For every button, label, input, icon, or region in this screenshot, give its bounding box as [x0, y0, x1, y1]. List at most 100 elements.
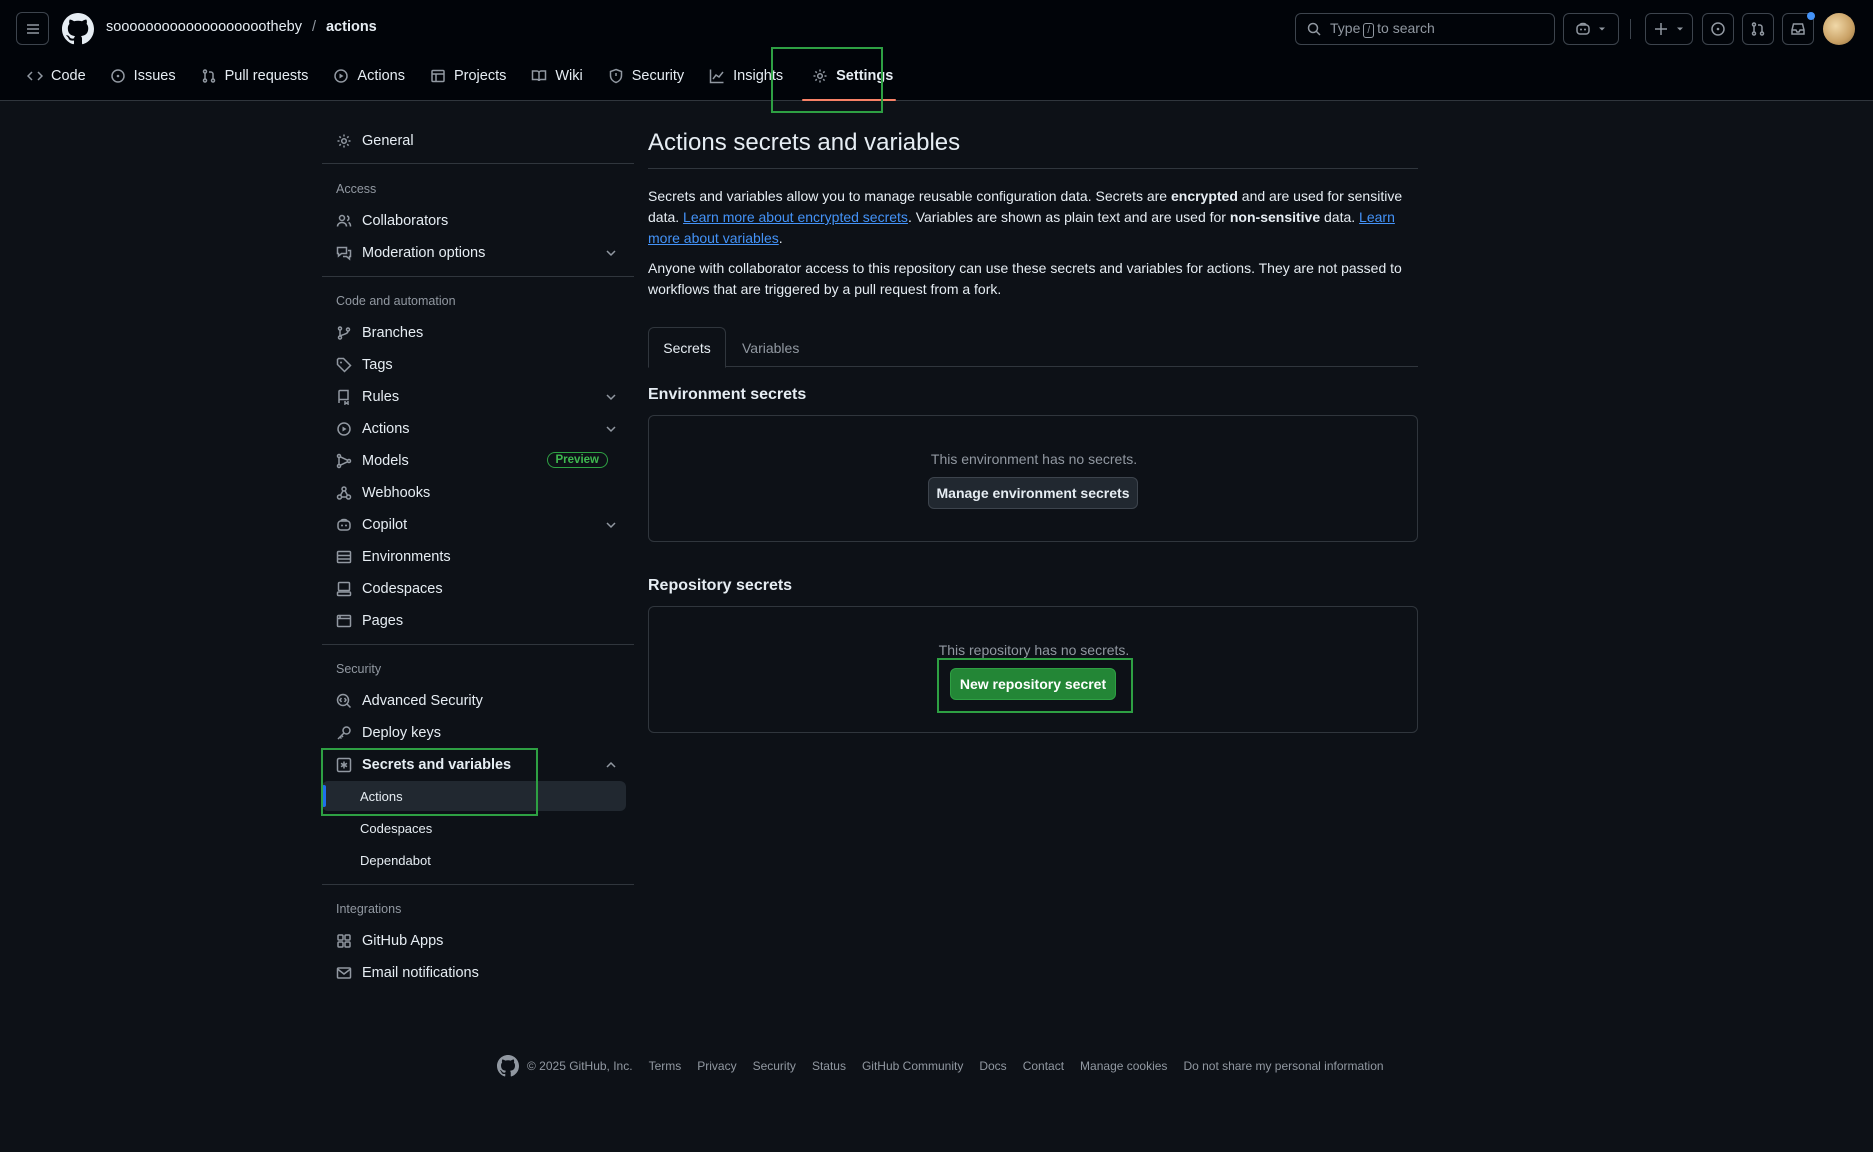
sidebar-divider	[322, 884, 634, 885]
learn-more-secrets-link[interactable]: Learn more about encrypted secrets	[683, 209, 908, 225]
pull-requests-button[interactable]	[1742, 13, 1774, 45]
sidebar-item-branches[interactable]: Branches	[322, 317, 626, 349]
search-input[interactable]: Type / to search	[1295, 13, 1555, 45]
sidebar-item-environments[interactable]: Environments	[322, 541, 626, 573]
tab-settings[interactable]: Settings	[794, 56, 904, 101]
sidebar-item-secrets-variables[interactable]: Secrets and variables	[322, 749, 626, 781]
sidebar-item-label: Advanced Security	[362, 693, 483, 709]
header-divider	[1630, 19, 1631, 39]
tab-projects[interactable]: Projects	[416, 56, 517, 96]
sidebar-item-rules[interactable]: Rules	[322, 381, 626, 413]
tab-variables[interactable]: Variables	[726, 327, 815, 368]
tab-issues[interactable]: Issues	[97, 56, 187, 96]
browser-icon	[336, 614, 352, 628]
sidebar-item-label: Copilot	[362, 517, 408, 533]
sidebar-item-models[interactable]: Models Preview	[322, 445, 626, 477]
tab-secrets[interactable]: Secrets	[648, 327, 726, 368]
footer-link-status[interactable]: Status	[812, 1059, 846, 1073]
github-logo-icon[interactable]	[62, 13, 94, 45]
sidebar-item-label: Models	[362, 453, 409, 469]
server-icon	[336, 550, 352, 564]
tab-actions[interactable]: Actions	[319, 56, 416, 96]
sidebar-item-webhooks[interactable]: Webhooks	[322, 477, 626, 509]
footer-link-manage-cookies[interactable]: Manage cookies	[1080, 1059, 1167, 1073]
tab-label: Security	[631, 68, 685, 84]
play-icon	[337, 422, 351, 436]
tab-code[interactable]: Code	[16, 56, 97, 96]
sidebar-subitem-actions[interactable]: Actions	[322, 781, 626, 811]
sidebar-item-label: General	[362, 133, 414, 149]
sidebar-item-advanced-security[interactable]: Advanced Security	[322, 685, 626, 717]
sidebar-item-pages[interactable]: Pages	[322, 605, 626, 637]
play-icon	[334, 69, 349, 83]
sidebar-item-label: Tags	[362, 357, 393, 373]
sidebar-item-label: Secrets and variables	[362, 757, 512, 773]
mail-icon	[336, 967, 352, 979]
repo-nav: Code Issues Pull requests Actions Projec…	[16, 56, 904, 101]
tab-pull-requests[interactable]: Pull requests	[187, 56, 320, 96]
tab-wiki[interactable]: Wiki	[517, 56, 593, 96]
menu-button[interactable]	[16, 12, 49, 45]
caret-down-icon	[1677, 27, 1683, 31]
gear-icon	[813, 69, 827, 83]
tab-insights[interactable]: Insights	[695, 56, 794, 96]
repo-owner-link[interactable]: soooooooooooooooooootheby	[106, 19, 302, 35]
global-header: soooooooooooooooooootheby / actions Type…	[0, 0, 1873, 101]
sidebar-item-actions[interactable]: Actions	[322, 413, 626, 445]
preview-badge: Preview	[546, 452, 608, 468]
issue-opened-icon	[110, 69, 125, 83]
gear-icon	[337, 134, 351, 148]
access-paragraph: Anyone with collaborator access to this …	[648, 260, 1402, 297]
git-branch-icon	[337, 326, 351, 340]
sidebar-item-collaborators[interactable]: Collaborators	[322, 205, 626, 237]
tag-icon	[336, 357, 352, 373]
sidebar-item-codespaces[interactable]: Codespaces	[322, 573, 626, 605]
sidebar-item-email-notifications[interactable]: Email notifications	[322, 957, 626, 989]
sidebar-item-github-apps[interactable]: GitHub Apps	[322, 925, 626, 957]
sidebar-subitem-dependabot[interactable]: Dependabot	[322, 845, 626, 875]
footer-link-security[interactable]: Security	[753, 1059, 796, 1073]
copilot-icon	[1576, 22, 1590, 35]
sidebar-item-label: Deploy keys	[362, 725, 441, 741]
people-icon	[336, 214, 352, 227]
issues-button[interactable]	[1702, 13, 1734, 45]
sidebar-subitem-codespaces[interactable]: Codespaces	[322, 813, 626, 843]
manage-environment-secrets-button[interactable]: Manage environment secrets	[928, 477, 1138, 509]
sidebar-item-copilot[interactable]: Copilot	[322, 509, 626, 541]
sidebar-item-moderation[interactable]: Moderation options	[322, 237, 626, 269]
tab-label: Actions	[357, 68, 405, 84]
hamburger-icon	[26, 23, 39, 34]
footer-link-do-not-share[interactable]: Do not share my personal information	[1183, 1059, 1383, 1073]
ai-model-icon	[336, 453, 352, 469]
copilot-button[interactable]	[1563, 13, 1619, 45]
environment-empty-message: This environment has no secrets.	[930, 451, 1138, 467]
sidebar-item-label: Rules	[362, 389, 400, 405]
chevron-down-icon	[606, 426, 616, 433]
sidebar-item-general[interactable]: General	[322, 125, 626, 157]
avatar[interactable]	[1823, 13, 1855, 45]
sidebar-item-label: Codespaces	[360, 820, 433, 836]
tab-label: Wiki	[555, 68, 583, 84]
tab-security[interactable]: Security	[594, 56, 695, 96]
inbox-icon	[1791, 23, 1805, 35]
sidebar-item-label: Moderation options	[362, 245, 486, 261]
create-new-button[interactable]	[1645, 13, 1693, 45]
new-repository-secret-button[interactable]: New repository secret	[950, 668, 1116, 700]
sidebar-item-tags[interactable]: Tags	[322, 349, 626, 381]
search-icon	[1307, 22, 1321, 36]
footer-link-contact[interactable]: Contact	[1023, 1059, 1064, 1073]
copilot-icon	[337, 518, 351, 531]
footer: © 2025 GitHub, Inc. Terms Privacy Securi…	[497, 1055, 1384, 1077]
footer-link-privacy[interactable]: Privacy	[697, 1059, 736, 1073]
footer-link-community[interactable]: GitHub Community	[862, 1059, 963, 1073]
sidebar-divider	[322, 644, 634, 645]
footer-link-docs[interactable]: Docs	[979, 1059, 1006, 1073]
sidebar-item-label: Dependabot	[360, 852, 431, 868]
sidebar-item-deploy-keys[interactable]: Deploy keys	[322, 717, 626, 749]
sidebar-item-label: Collaborators	[362, 213, 449, 229]
repo-name-link[interactable]: actions	[326, 19, 377, 35]
footer-link-terms[interactable]: Terms	[649, 1059, 682, 1073]
tab-label: Insights	[733, 68, 784, 84]
github-mark-icon[interactable]	[497, 1055, 519, 1077]
intro-paragraph: Secrets and variables allow you to manag…	[648, 188, 1403, 246]
